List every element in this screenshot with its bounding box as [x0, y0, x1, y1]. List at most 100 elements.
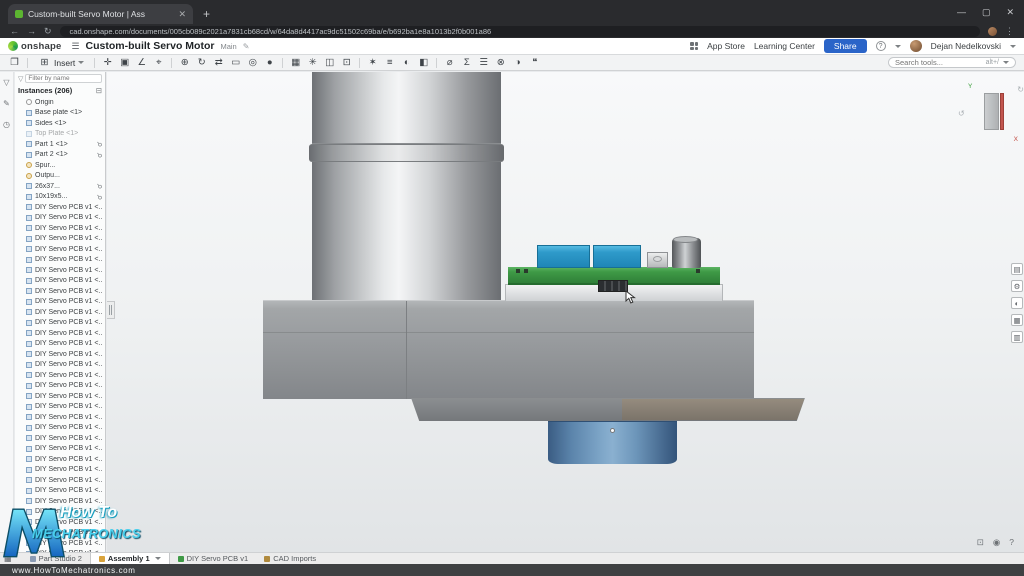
user-caret-icon[interactable] [1010, 45, 1016, 48]
instance-row[interactable]: Outpu... [15, 171, 105, 182]
mass-properties-icon[interactable]: Σ [460, 56, 473, 69]
instance-row[interactable]: DIY Servo PCB v1 <.. [15, 349, 105, 360]
instance-row[interactable]: DIY Servo PCB v1 <.. [15, 370, 105, 381]
terminal-block-2[interactable] [593, 245, 641, 268]
browser-profile-icon[interactable] [988, 27, 997, 36]
graphics-area[interactable]: ↺ ↻ Y X ⊡◉? [107, 72, 1024, 552]
instance-row[interactable]: DIY Servo PCB v1 <.. [15, 412, 105, 423]
browser-tab[interactable]: Custom-built Servo Motor | Ass ✕ [8, 4, 193, 24]
capacitor[interactable] [672, 238, 701, 268]
onshape-logo[interactable]: onshape [8, 41, 61, 52]
minimize-icon[interactable]: — [957, 7, 966, 18]
reload-icon[interactable]: ↻ [44, 26, 52, 37]
mate-relation-icon[interactable]: ∠ [135, 56, 148, 69]
group-icon[interactable]: ▣ [118, 56, 131, 69]
rotate-cw-icon[interactable]: ↻ [1017, 85, 1024, 94]
circular-pattern-icon[interactable]: ✳ [306, 56, 319, 69]
paste-icon[interactable]: ❐ [8, 56, 21, 69]
instance-row[interactable]: DIY Servo PCB v1 <.. [15, 486, 105, 497]
revolute-mate-icon[interactable]: ↻ [195, 56, 208, 69]
share-button[interactable]: Share [824, 39, 867, 53]
terminal-block-1[interactable] [537, 245, 590, 268]
snapshot-icon[interactable]: ◉ [993, 537, 1000, 548]
instance-row[interactable]: DIY Servo PCB v1 <.. [15, 423, 105, 434]
search-caret-icon[interactable] [1003, 61, 1009, 64]
instance-row[interactable]: DIY Servo PCB v1 <.. [15, 223, 105, 234]
instance-row[interactable]: DIY Servo PCB v1 <.. [15, 360, 105, 371]
comment-icon[interactable]: ❝ [528, 56, 541, 69]
instance-row[interactable]: Part 2 <1>⚲ [15, 150, 105, 161]
ball-mate-icon[interactable]: ● [263, 56, 276, 69]
instance-row[interactable]: DIY Servo PCB v1 <.. [15, 297, 105, 308]
instance-row[interactable]: DIY Servo PCB v1 <.. [15, 538, 105, 549]
snap-mode-icon[interactable]: ⌖ [152, 56, 165, 69]
search-tools-box[interactable]: alt+/ [888, 57, 1016, 68]
instance-row[interactable]: DIY Servo PCB v1 <.. [15, 454, 105, 465]
tab-part-studio-2[interactable]: Part Studio 2 [22, 553, 90, 564]
url-field[interactable]: cad.onshape.com/documents/005cb089c2021a… [60, 26, 980, 37]
linear-pattern-icon[interactable]: ▦ [289, 56, 302, 69]
collapse-all-icon[interactable]: ⊟ [96, 86, 102, 95]
instance-row[interactable]: Spur... [15, 160, 105, 171]
instance-row[interactable]: 26x37...⚲ [15, 181, 105, 192]
instance-row[interactable]: DIY Servo PCB v1 <.. [15, 381, 105, 392]
forward-icon[interactable]: → [27, 26, 36, 36]
instance-row[interactable]: Origin [15, 97, 105, 108]
replicate-icon[interactable]: ⊡ [340, 56, 353, 69]
app-store-link[interactable]: App Store [707, 41, 745, 51]
instance-row[interactable]: DIY Servo PCB v1 <.. [15, 234, 105, 245]
help-icon[interactable]: ? [1009, 537, 1014, 548]
push-button[interactable] [647, 252, 668, 268]
explode-view-icon[interactable]: ✶ [366, 56, 379, 69]
instance-row[interactable]: DIY Servo PCB v1 <.. [15, 339, 105, 350]
instance-row[interactable]: DIY Servo PCB v1 <.. [15, 475, 105, 486]
fullscreen-icon[interactable]: ⊡ [977, 537, 984, 548]
instance-row[interactable]: DIY Servo PCB v1 <.. [15, 328, 105, 339]
section-view-icon[interactable]: ◧ [417, 56, 430, 69]
new-tab-icon[interactable]: + [203, 7, 210, 21]
appearance-panel-icon[interactable]: ◐ [1011, 297, 1023, 309]
configurations-panel-icon[interactable]: ⚙ [1011, 280, 1023, 292]
search-tools-input[interactable] [895, 58, 982, 67]
documents-panel-icon[interactable]: ▤ [1011, 263, 1023, 275]
instance-row[interactable]: 10x19x5...⚲ [15, 192, 105, 203]
tab-caret-icon[interactable] [155, 557, 161, 560]
instance-row[interactable]: DIY Servo PCB v1 <.. [15, 307, 105, 318]
gearbox-housing[interactable] [263, 300, 754, 399]
instance-row[interactable]: DIY Servo PCB v1 <.. [15, 213, 105, 224]
instance-row[interactable]: DIY Servo PCB v1 <.. [15, 276, 105, 287]
filter-rail-icon[interactable]: ▽ [3, 78, 9, 87]
instance-row[interactable]: DIY Servo PCB v1 <.. [15, 391, 105, 402]
motor-cylinder-top[interactable] [312, 72, 501, 144]
back-icon[interactable]: ← [10, 26, 19, 36]
instance-row[interactable]: DIY Servo PCB v1 <.. [15, 286, 105, 297]
tab-cad-imports[interactable]: CAD Imports [256, 553, 324, 564]
instance-row[interactable]: DIY Servo PCB v1 <.. [15, 255, 105, 266]
motor-cylinder-body[interactable] [312, 162, 501, 303]
instance-row[interactable]: DIY Servo PCB v1 <.. [15, 433, 105, 444]
appearance-icon[interactable]: ◑ [511, 56, 524, 69]
instance-row[interactable]: Base plate <1> [15, 108, 105, 119]
tab-diy-servo-pcb-v1[interactable]: DIY Servo PCB v1 [170, 553, 257, 564]
instance-row[interactable]: DIY Servo PCB v1 <.. [15, 507, 105, 518]
interference-check-icon[interactable]: ⊗ [494, 56, 507, 69]
learning-center-link[interactable]: Learning Center [754, 41, 815, 51]
history-rail-icon[interactable]: ◷ [3, 120, 10, 129]
avatar[interactable] [910, 40, 922, 52]
planar-mate-icon[interactable]: ▭ [229, 56, 242, 69]
motor-flange[interactable] [309, 144, 504, 162]
tab-assembly-1[interactable]: Assembly 1 [90, 553, 170, 564]
document-menu-icon[interactable]: ☰ [71, 41, 79, 52]
instance-row[interactable]: Top Plate <1> [15, 129, 105, 140]
instance-row[interactable]: Part 1 <1>⚲ [15, 139, 105, 150]
close-icon[interactable]: ✕ [1006, 7, 1014, 18]
bom-icon[interactable]: ☰ [477, 56, 490, 69]
view-cube-x-face[interactable] [1000, 93, 1004, 130]
panel-resize-handle[interactable] [107, 301, 115, 319]
rename-icon[interactable]: ✎ [243, 42, 250, 51]
tab-close-icon[interactable]: ✕ [178, 9, 186, 20]
mirror-icon[interactable]: ◫ [323, 56, 336, 69]
fastened-mate-icon[interactable]: ⊕ [178, 56, 191, 69]
mate-icon[interactable]: ✛ [101, 56, 114, 69]
bronze-bushing[interactable] [622, 399, 808, 420]
